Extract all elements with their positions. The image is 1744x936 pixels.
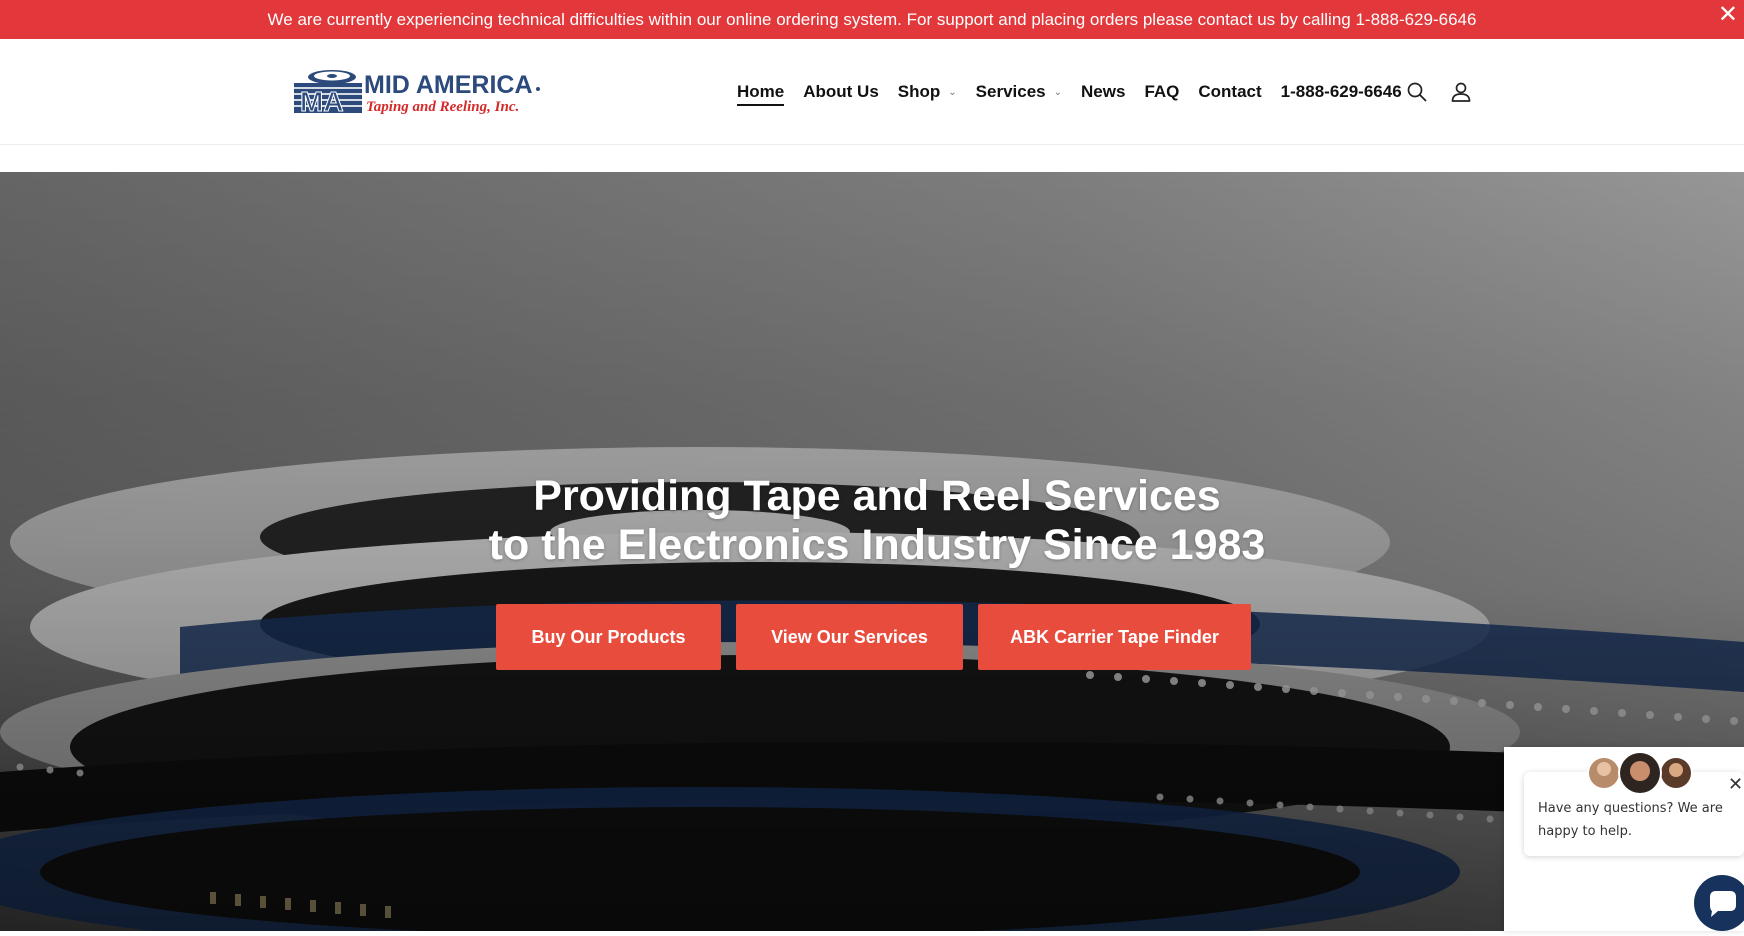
nav-news[interactable]: News	[1081, 77, 1125, 107]
main-nav: Home About Us Shop ⌄ Services ⌄ News FAQ C…	[737, 39, 1421, 145]
chat-icon	[1710, 891, 1736, 917]
header-spacer	[0, 145, 1744, 172]
search-icon[interactable]	[1406, 81, 1428, 103]
nav-services[interactable]: Services ⌄	[976, 77, 1062, 107]
hero-buttons: Buy Our Products View Our Services ABK C…	[496, 604, 1251, 670]
announcement-bar: We are currently experiencing technical …	[0, 0, 1744, 39]
nav-about-us[interactable]: About Us	[803, 77, 879, 107]
logo-line1: MID AMERICA	[364, 71, 533, 99]
hero-section: Providing Tape and Reel Services to the …	[0, 172, 1744, 931]
announcement-text: We are currently experiencing technical …	[267, 9, 1477, 29]
nav-contact[interactable]: Contact	[1198, 77, 1261, 107]
account-icon[interactable]	[1450, 81, 1472, 103]
nav-home[interactable]: Home	[737, 77, 785, 107]
nav-phone[interactable]: 1-888-629-6646	[1281, 77, 1402, 107]
logo-graphic: MA MID AMERICA Taping and Reeling, Inc.	[294, 70, 540, 118]
buy-products-button[interactable]: Buy Our Products	[496, 604, 721, 670]
header-icons	[1406, 81, 1472, 103]
chevron-down-icon: ⌄	[948, 86, 957, 98]
nav-faq[interactable]: FAQ	[1144, 77, 1179, 107]
hero-title-line1: Providing Tape and Reel Services	[533, 472, 1221, 520]
close-icon[interactable]: ✕	[1718, 2, 1738, 28]
agent-avatars	[1587, 751, 1693, 795]
chat-launcher-button[interactable]	[1694, 875, 1744, 931]
carrier-tape-finder-button[interactable]: ABK Carrier Tape Finder	[978, 604, 1251, 670]
site-logo[interactable]: MA MID AMERICA Taping and Reeling, Inc.	[292, 65, 542, 118]
hero-title: Providing Tape and Reel Services to the …	[0, 472, 1744, 570]
chat-message: Have any questions? We are happy to help…	[1538, 801, 1723, 839]
site-header: MA MID AMERICA Taping and Reeling, Inc. …	[0, 39, 1744, 145]
logo-mark: MA	[300, 86, 344, 117]
chevron-down-icon: ⌄	[1053, 86, 1063, 98]
hero-title-line2: to the Electronics Industry Since 1983	[488, 521, 1266, 569]
view-services-button[interactable]: View Our Services	[736, 604, 963, 670]
chat-widget: ✕ Have any questions? We are happy to he…	[1504, 747, 1744, 931]
logo-line2: Taping and Reeling, Inc.	[366, 99, 519, 115]
nav-shop[interactable]: Shop ⌄	[898, 77, 957, 107]
close-icon[interactable]: ✕	[1728, 774, 1743, 795]
